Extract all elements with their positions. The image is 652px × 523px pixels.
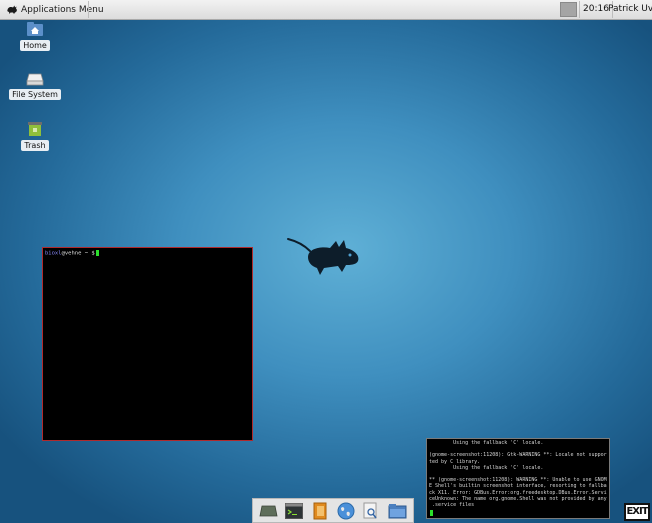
home-folder-icon [27, 22, 43, 36]
dock-item-terminal[interactable] [285, 501, 304, 520]
desktop-icon-label: Home [20, 40, 50, 51]
dock-item-show-desktop[interactable] [259, 501, 278, 520]
prompt-host-path: @vehne ~ $ [61, 250, 95, 257]
search-icon [363, 502, 378, 518]
prompt-user: bioxl [45, 250, 62, 257]
terminal-log-output: Using the fallback 'C' locale. (gnome-sc… [429, 440, 607, 509]
dock-item-file-manager[interactable] [388, 501, 407, 520]
dock-item-text-editor[interactable] [311, 501, 330, 520]
exit-button[interactable]: EXIT [624, 503, 650, 521]
terminal-log-window[interactable]: Using the fallback 'C' locale. (gnome-sc… [426, 438, 610, 519]
trash-icon [28, 122, 42, 136]
text-editor-icon [313, 502, 327, 519]
xfce-mouse-wallpaper-logo [287, 238, 359, 275]
drive-icon [26, 73, 44, 86]
text-cursor [430, 510, 433, 516]
bottom-dock [252, 498, 414, 523]
desktop-icon-label: File System [9, 89, 61, 100]
file-manager-icon [388, 503, 407, 518]
terminal-window[interactable]: bioxl@vehne ~ $ [42, 247, 253, 441]
panel-separator [88, 1, 89, 18]
xfce-mouse-icon [7, 5, 17, 14]
top-panel: Applications Menu 20:16 Patrick Uven [0, 0, 652, 20]
workspace-switcher[interactable] [560, 2, 577, 17]
dock-item-search[interactable] [362, 501, 381, 520]
desktop-icon-home[interactable]: Home [5, 21, 65, 51]
show-desktop-icon [259, 505, 278, 516]
terminal-prompt: bioxl@vehne ~ $ [45, 250, 99, 257]
text-cursor [95, 250, 99, 256]
terminal-icon [285, 502, 304, 519]
desktop-icon-trash[interactable]: Trash [5, 121, 65, 151]
applications-menu-label: Applications Menu [21, 4, 104, 15]
dock-item-web-browser[interactable] [336, 501, 355, 520]
applications-menu-button[interactable]: Applications Menu [4, 2, 108, 17]
desktop-icon-label: Trash [21, 140, 49, 151]
desktop-icon-file-system[interactable]: File System [5, 70, 65, 100]
web-browser-icon [337, 502, 355, 519]
user-menu[interactable]: Patrick Uven [605, 1, 652, 18]
